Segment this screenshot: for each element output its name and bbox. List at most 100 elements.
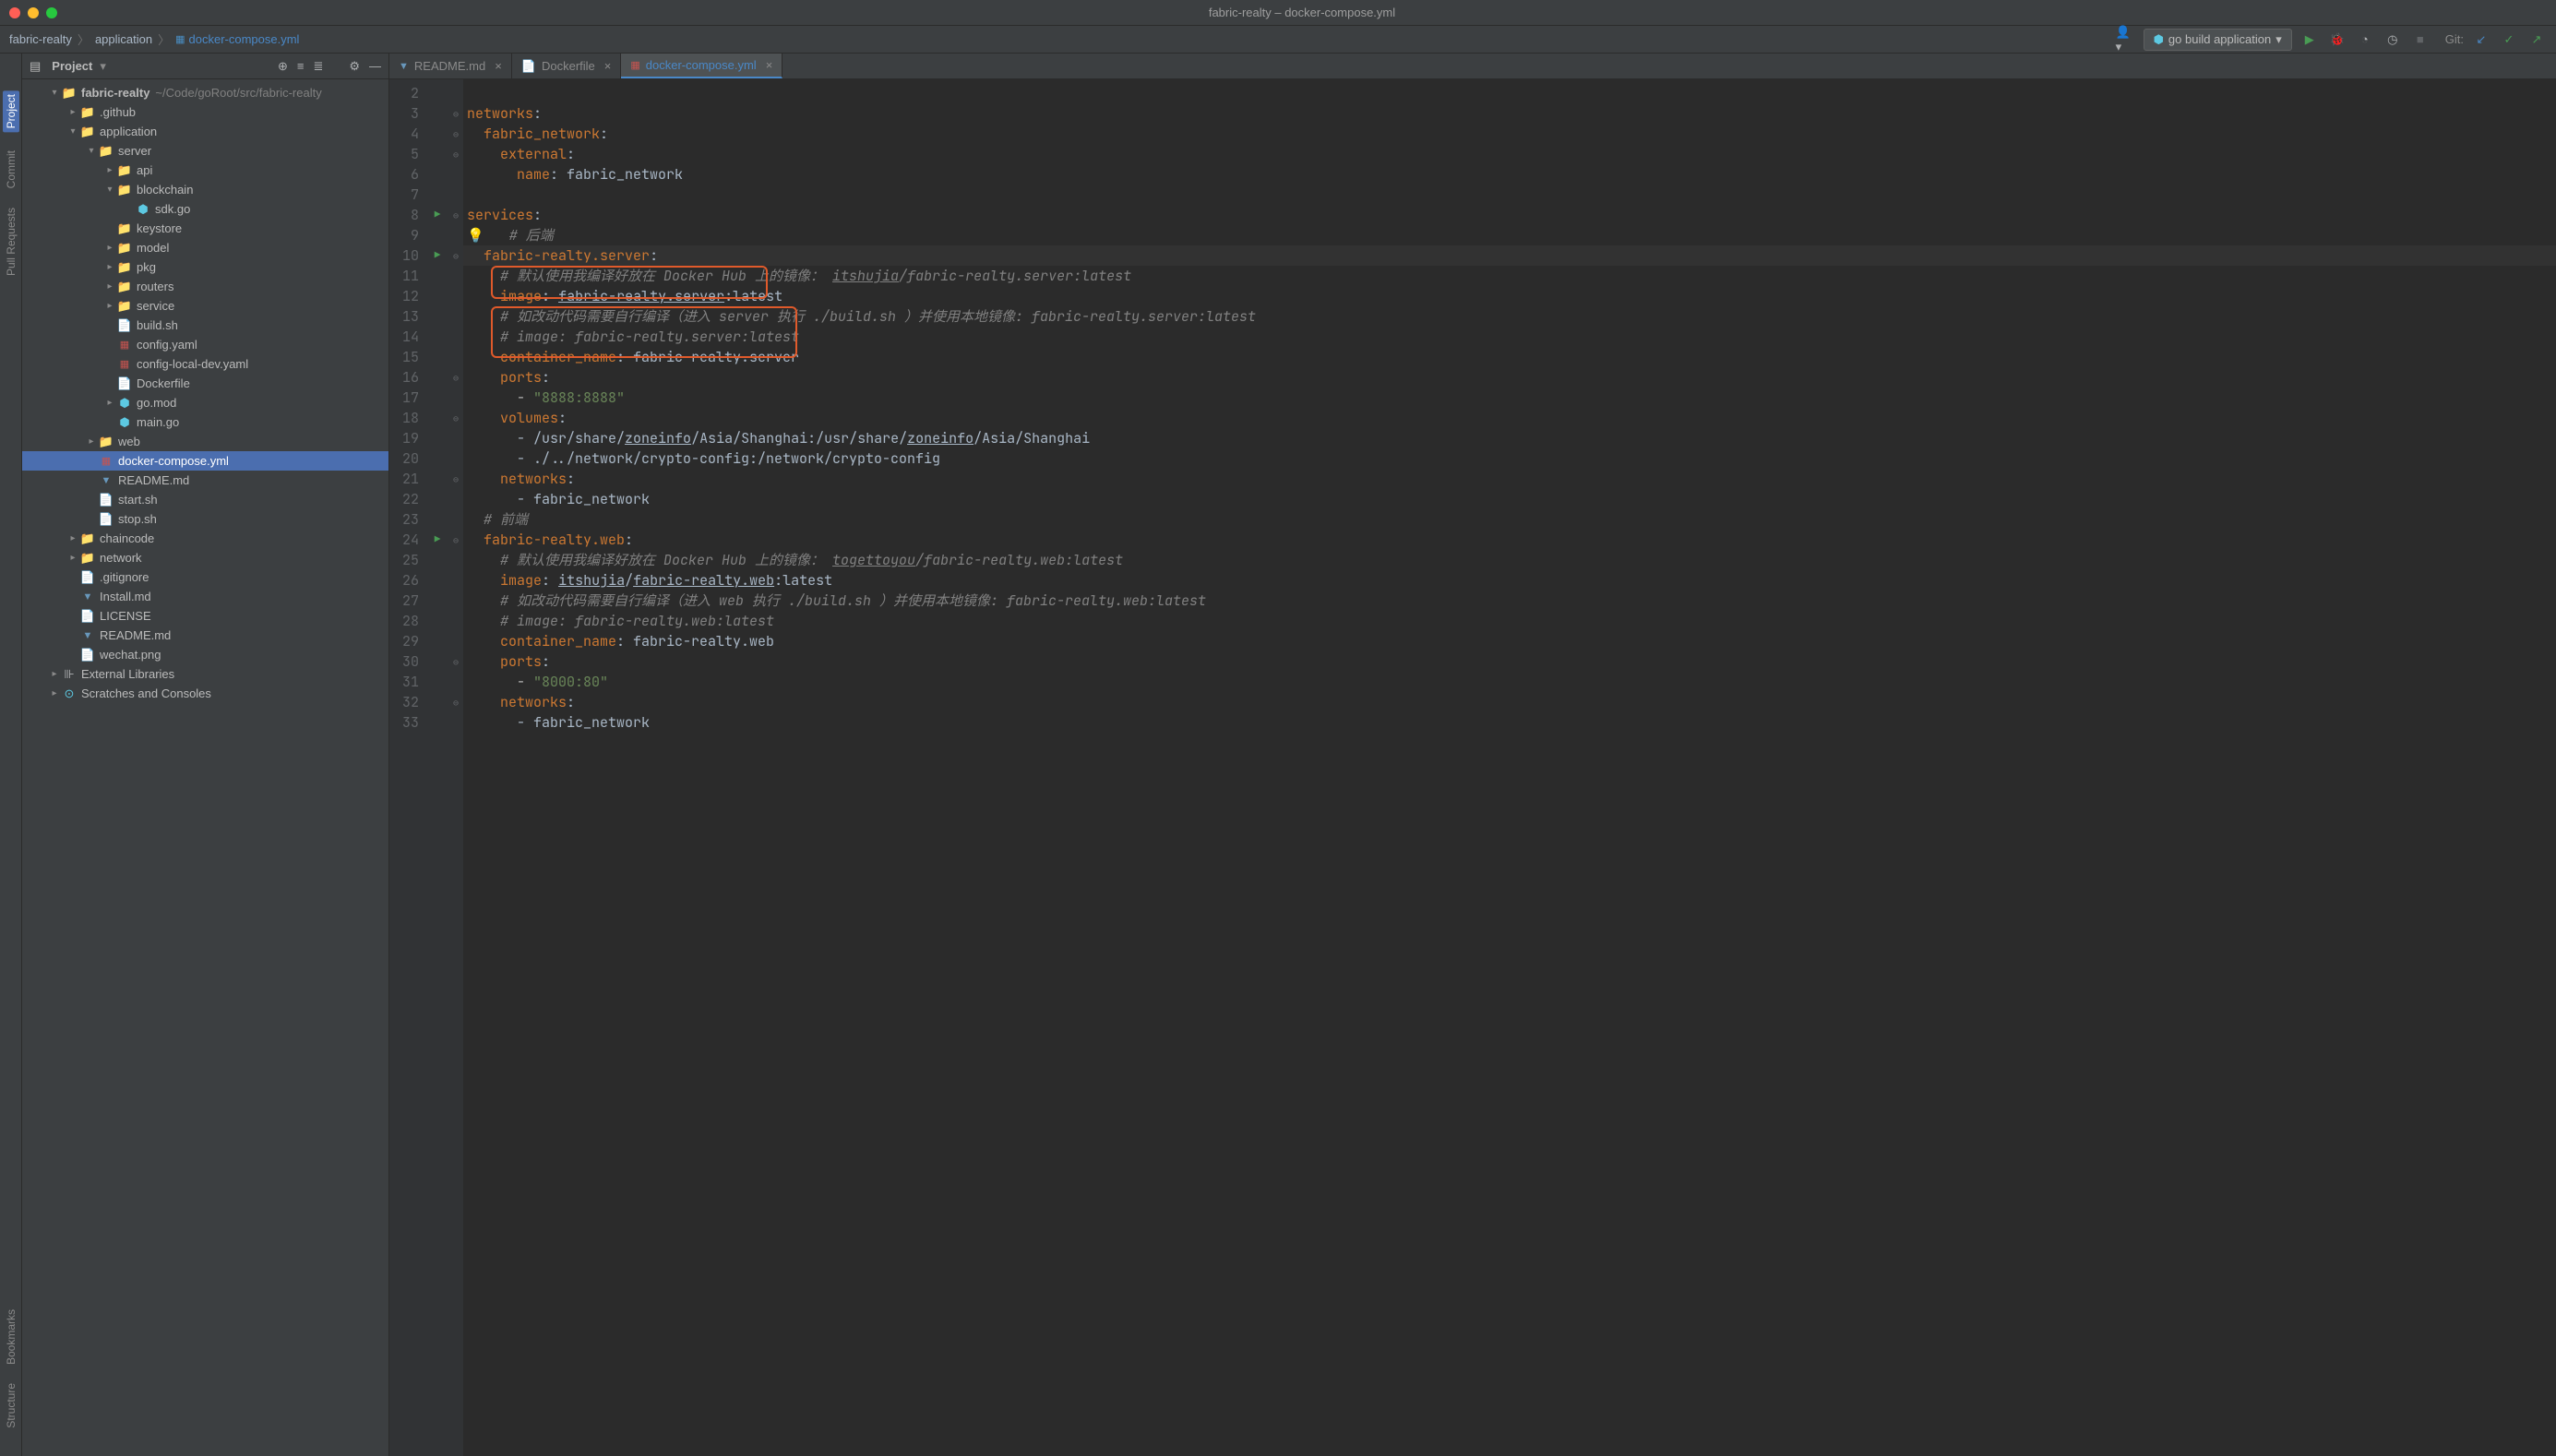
code-line[interactable]: # 默认使用我编译好放在 Docker Hub 上的镜像： togettoyou… bbox=[463, 550, 2556, 570]
code-line[interactable]: # image: fabric-realty.server:latest bbox=[463, 327, 2556, 347]
line-number[interactable]: 17 bbox=[402, 388, 419, 408]
tree-arrow-icon[interactable]: ▸ bbox=[103, 165, 116, 175]
code-line[interactable]: container_name: fabric-realty.server bbox=[463, 347, 2556, 367]
fold-icon[interactable]: ⊖ bbox=[453, 412, 459, 424]
fold-icon[interactable]: ⊖ bbox=[453, 656, 459, 668]
line-number[interactable]: 23 bbox=[402, 509, 419, 530]
tree-arrow-icon[interactable]: ▸ bbox=[103, 262, 116, 272]
tree-arrow-icon[interactable]: ▸ bbox=[66, 553, 79, 563]
settings-icon[interactable]: ⚙ bbox=[349, 59, 360, 74]
code-line[interactable] bbox=[463, 83, 2556, 103]
tree-arrow-icon[interactable]: ▸ bbox=[48, 688, 61, 698]
code-line[interactable]: networks: bbox=[463, 469, 2556, 489]
editor-tab[interactable]: 📄Dockerfile× bbox=[512, 54, 622, 78]
add-user-icon[interactable]: 👤▾ bbox=[2116, 30, 2136, 50]
fold-icon[interactable]: ⊖ bbox=[453, 372, 459, 384]
tree-item[interactable]: ▼Install.md bbox=[22, 587, 388, 606]
fold-icon[interactable]: ⊖ bbox=[453, 697, 459, 709]
line-number[interactable]: 30 bbox=[402, 651, 419, 672]
tree-item[interactable]: ▸📁service bbox=[22, 296, 388, 316]
tree-item[interactable]: ▼README.md bbox=[22, 471, 388, 490]
run-configuration-selector[interactable]: ⬢ go build application ▾ bbox=[2144, 29, 2292, 51]
tree-item[interactable]: ▾📁server bbox=[22, 141, 388, 161]
code-line[interactable]: image: itshujia/fabric-realty.web:latest bbox=[463, 570, 2556, 591]
line-number[interactable]: 29 bbox=[402, 631, 419, 651]
run-line-icon[interactable]: ▶ bbox=[435, 249, 441, 262]
hide-panel-icon[interactable]: — bbox=[369, 59, 381, 74]
code-line[interactable]: 💡 # 后端 bbox=[463, 225, 2556, 245]
line-number[interactable]: 26 bbox=[402, 570, 419, 591]
tree-arrow-icon[interactable]: ▸ bbox=[48, 669, 61, 679]
breadcrumb-file[interactable]: docker-compose.yml bbox=[189, 32, 300, 46]
coverage-button[interactable]: ◔ bbox=[2355, 30, 2375, 50]
tree-item[interactable]: 📄start.sh bbox=[22, 490, 388, 509]
tree-item[interactable]: ▾📁application bbox=[22, 122, 388, 141]
tree-arrow-icon[interactable]: ▾ bbox=[48, 88, 61, 98]
debug-button[interactable]: 🐞 bbox=[2327, 30, 2347, 50]
tree-arrow-icon[interactable]: ▾ bbox=[85, 146, 98, 156]
tree-item[interactable]: ▸📁network bbox=[22, 548, 388, 567]
tree-item[interactable]: ▸📁chaincode bbox=[22, 529, 388, 548]
line-number[interactable]: 10 bbox=[402, 245, 419, 266]
tree-item[interactable]: ▸📁model bbox=[22, 238, 388, 257]
fold-icon[interactable]: ⊖ bbox=[453, 149, 459, 161]
code-line[interactable]: external: bbox=[463, 144, 2556, 164]
line-number[interactable]: 27 bbox=[402, 591, 419, 611]
breadcrumb[interactable]: fabric-realty 〉 application 〉 ▦ docker-c… bbox=[9, 30, 299, 48]
tree-item[interactable]: 📄stop.sh bbox=[22, 509, 388, 529]
line-number[interactable]: 5 bbox=[402, 144, 419, 164]
code-line[interactable]: - "8000:80" bbox=[463, 672, 2556, 692]
tree-item[interactable]: ⬢main.go bbox=[22, 412, 388, 432]
tree-item[interactable]: ▸📁web bbox=[22, 432, 388, 451]
tree-item[interactable]: ▸📁routers bbox=[22, 277, 388, 296]
structure-tool-button[interactable]: Structure bbox=[5, 1383, 18, 1428]
line-number[interactable]: 11 bbox=[402, 266, 419, 286]
tree-item[interactable]: 📄build.sh bbox=[22, 316, 388, 335]
stop-button[interactable]: ■ bbox=[2410, 30, 2431, 50]
tree-item[interactable]: ▸📁api bbox=[22, 161, 388, 180]
tree-item[interactable]: 📄Dockerfile bbox=[22, 374, 388, 393]
line-number[interactable]: 20 bbox=[402, 448, 419, 469]
minimize-window-button[interactable] bbox=[28, 7, 39, 18]
code-line[interactable]: # image: fabric-realty.web:latest bbox=[463, 611, 2556, 631]
maximize-window-button[interactable] bbox=[46, 7, 57, 18]
line-number[interactable]: 25 bbox=[402, 550, 419, 570]
tree-arrow-icon[interactable]: ▸ bbox=[66, 107, 79, 117]
code-line[interactable]: fabric_network: bbox=[463, 124, 2556, 144]
line-number[interactable]: 8 bbox=[402, 205, 419, 225]
close-tab-icon[interactable]: × bbox=[766, 58, 773, 72]
tree-item[interactable]: ▾📁fabric-realty~/Code/goRoot/src/fabric-… bbox=[22, 83, 388, 102]
line-number-gutter[interactable]: 2345678910111213141516171819202122232425… bbox=[389, 79, 426, 1456]
fold-icon[interactable]: ⊖ bbox=[453, 534, 459, 546]
tree-item[interactable]: ▼README.md bbox=[22, 626, 388, 645]
commit-tool-button[interactable]: Commit bbox=[5, 150, 18, 188]
code-line[interactable]: image: fabric-realty.server:latest bbox=[463, 286, 2556, 306]
tree-arrow-icon[interactable]: ▾ bbox=[66, 126, 79, 137]
close-tab-icon[interactable]: × bbox=[495, 59, 502, 73]
code-line[interactable]: networks: bbox=[463, 103, 2556, 124]
line-number[interactable]: 33 bbox=[402, 712, 419, 733]
git-push-button[interactable]: ↗ bbox=[2526, 30, 2547, 50]
line-number[interactable]: 3 bbox=[402, 103, 419, 124]
code-line[interactable]: # 如改动代码需要自行编译（进入 web 执行 ./build.sh ）并使用本… bbox=[463, 591, 2556, 611]
line-number[interactable]: 13 bbox=[402, 306, 419, 327]
code-line[interactable]: # 默认使用我编译好放在 Docker Hub 上的镜像： itshujia/f… bbox=[463, 266, 2556, 286]
code-line[interactable]: ports: bbox=[463, 367, 2556, 388]
fold-icon[interactable]: ⊖ bbox=[453, 108, 459, 120]
tree-arrow-icon[interactable]: ▸ bbox=[103, 281, 116, 292]
tree-item[interactable]: ▸📁.github bbox=[22, 102, 388, 122]
tree-item[interactable]: ▦docker-compose.yml bbox=[22, 451, 388, 471]
run-line-icon[interactable]: ▶ bbox=[435, 209, 441, 221]
line-number[interactable]: 21 bbox=[402, 469, 419, 489]
tree-item[interactable]: 📄.gitignore bbox=[22, 567, 388, 587]
chevron-down-icon[interactable]: ▾ bbox=[100, 59, 106, 74]
line-number[interactable]: 28 bbox=[402, 611, 419, 631]
tree-arrow-icon[interactable]: ▾ bbox=[103, 185, 116, 195]
pull-requests-tool-button[interactable]: Pull Requests bbox=[5, 208, 18, 276]
line-number[interactable]: 32 bbox=[402, 692, 419, 712]
fold-icon[interactable]: ⊖ bbox=[453, 128, 459, 140]
fold-icon[interactable]: ⊖ bbox=[453, 473, 459, 485]
line-number[interactable]: 16 bbox=[402, 367, 419, 388]
tree-arrow-icon[interactable]: ▸ bbox=[103, 398, 116, 408]
code-line[interactable]: volumes: bbox=[463, 408, 2556, 428]
